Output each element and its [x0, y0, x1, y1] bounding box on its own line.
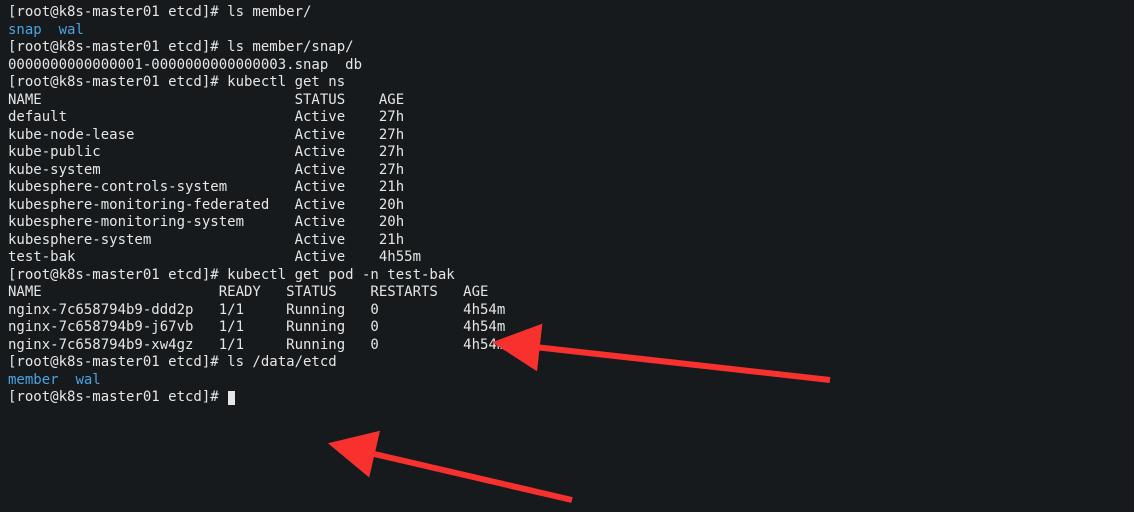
ns-row: kube-system Active 27h: [8, 162, 1126, 180]
out-snap: 0000000000000001-0000000000000003.snap d…: [8, 57, 1126, 75]
ns-row: default Active 27h: [8, 109, 1126, 127]
ns-row: kubesphere-monitoring-federated Active 2…: [8, 197, 1126, 215]
cmd-ls-snap: [root@k8s-master01 etcd]# ls member/snap…: [8, 39, 1126, 57]
pod-header: NAME READY STATUS RESTARTS AGE: [8, 284, 1126, 302]
out-data-etcd: member wal: [8, 372, 1126, 390]
ns-row: kubesphere-controls-system Active 21h: [8, 179, 1126, 197]
pod-row: nginx-7c658794b9-ddd2p 1/1 Running 0 4h5…: [8, 302, 1126, 320]
ns-row: kubesphere-monitoring-system Active 20h: [8, 214, 1126, 232]
arrow-bottom: [370, 453, 572, 500]
pod-row: nginx-7c658794b9-j67vb 1/1 Running 0 4h5…: [8, 319, 1126, 337]
ns-row: kube-node-lease Active 27h: [8, 127, 1126, 145]
ns-row: kube-public Active 27h: [8, 144, 1126, 162]
cmd-get-ns: [root@k8s-master01 etcd]# kubectl get ns: [8, 74, 1126, 92]
out-member: snap wal: [8, 22, 1126, 40]
prompt-idle: [root@k8s-master01 etcd]#: [8, 389, 1126, 407]
ns-row: kubesphere-system Active 21h: [8, 232, 1126, 250]
cmd-ls-data-etcd: [root@k8s-master01 etcd]# ls /data/etcd: [8, 354, 1126, 372]
pod-row: nginx-7c658794b9-xw4gz 1/1 Running 0 4h5…: [8, 337, 1126, 355]
ns-header: NAME STATUS AGE: [8, 92, 1126, 110]
cursor: [228, 391, 235, 405]
terminal[interactable]: [root@k8s-master01 etcd]# ls member/snap…: [8, 4, 1126, 407]
ns-row: test-bak Active 4h55m: [8, 249, 1126, 267]
cmd-get-pod: [root@k8s-master01 etcd]# kubectl get po…: [8, 267, 1126, 285]
cmd-ls-member: [root@k8s-master01 etcd]# ls member/: [8, 4, 1126, 22]
